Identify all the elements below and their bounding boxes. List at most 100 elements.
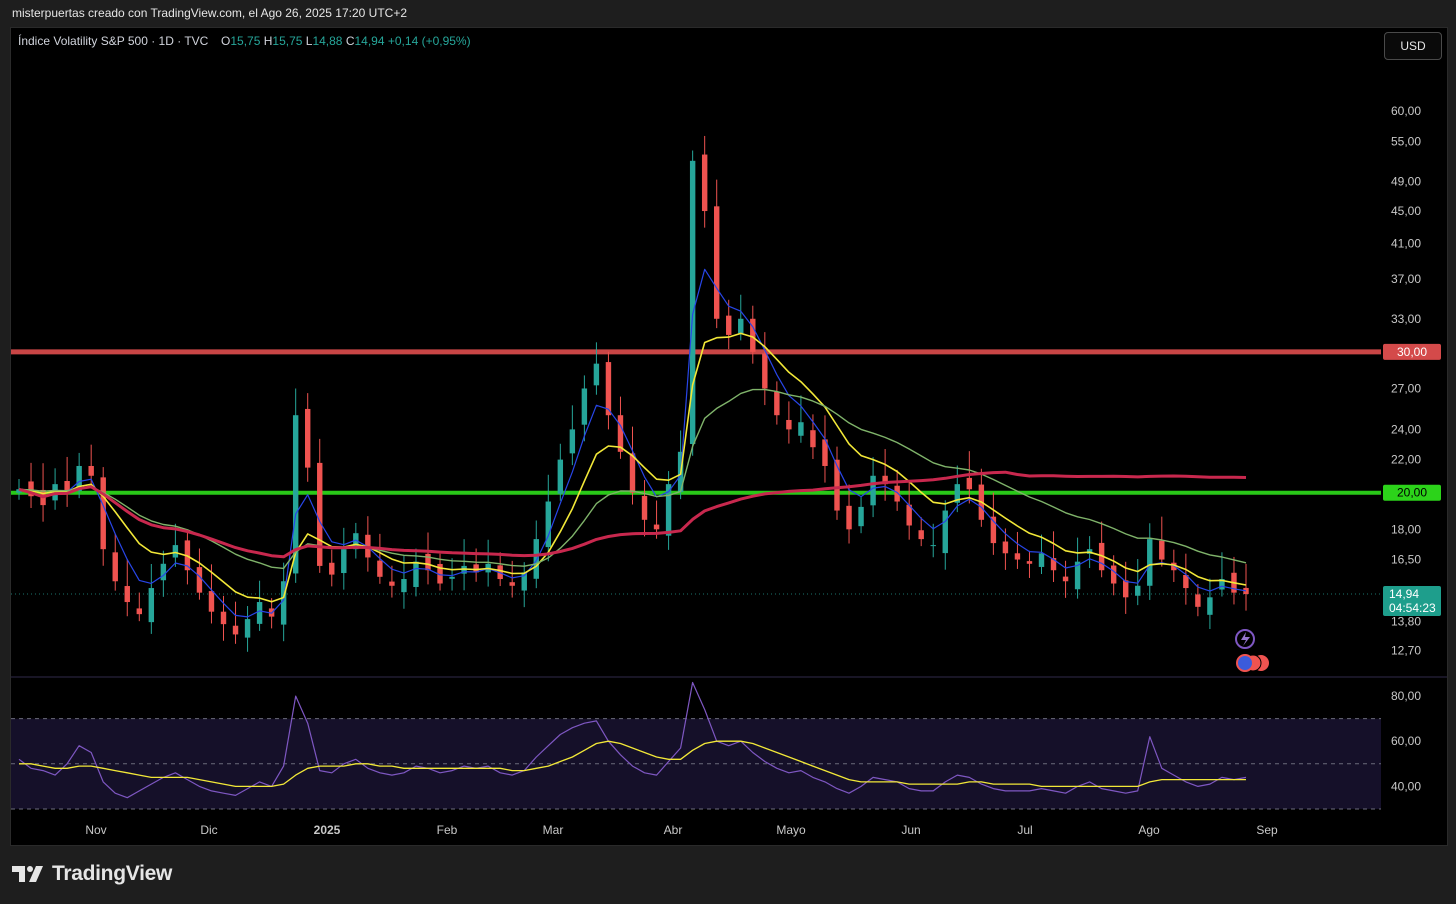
candle-body <box>256 602 263 624</box>
rsi-band <box>11 718 1381 809</box>
candle-body <box>232 625 239 635</box>
candle-body <box>1026 561 1033 564</box>
rsi-panel <box>11 681 1381 810</box>
price-tick-label: 22,00 <box>1391 453 1421 467</box>
candle-body <box>629 453 636 493</box>
candle-body <box>196 567 203 593</box>
chart-frame[interactable]: 60,00 55,00 49,00 45,00 41,00 37,00 33,00 27,00… <box>10 27 1448 846</box>
tradingview-logo[interactable]: TradingView <box>12 860 172 888</box>
candle-body <box>148 588 155 623</box>
candle-body <box>701 154 708 212</box>
rsi-tick-label: 80,00 <box>1391 689 1421 703</box>
candle-body <box>1135 585 1141 596</box>
price-tick-label: 37,00 <box>1391 272 1421 286</box>
candle-body <box>244 619 251 638</box>
candles-layer <box>16 135 1249 652</box>
candle-body <box>641 495 648 520</box>
candle-body <box>1122 580 1129 598</box>
open-label: O <box>221 34 231 48</box>
candle-body <box>329 562 335 575</box>
candle-body <box>112 552 118 582</box>
candle-body <box>1159 540 1165 560</box>
time-axis: Nov Dic 2025 Feb Mar Abr Mayo Jun Jul Ago Sep <box>85 823 1278 837</box>
candle-body <box>533 539 539 579</box>
candle-body <box>88 465 94 476</box>
candle-body <box>317 462 323 566</box>
symbol-legend[interactable]: Índice Volatility S&P 500 · 1D · TVC O15… <box>18 34 471 48</box>
price-tick-label: 18,00 <box>1391 522 1421 536</box>
candle-body <box>966 477 973 490</box>
candle-body <box>798 422 804 436</box>
price-tick-label: 49,00 <box>1391 174 1421 188</box>
time-tick-label: 2025 <box>314 823 341 837</box>
currency-button[interactable]: USD <box>1384 32 1442 60</box>
candle-body <box>1110 565 1117 584</box>
time-tick-label: Sep <box>1256 823 1278 837</box>
price-tick-label: 16,50 <box>1391 553 1421 567</box>
candle-body <box>1002 541 1009 554</box>
price-tick-label: 33,00 <box>1391 312 1421 326</box>
candle-body <box>581 388 588 425</box>
candle-body <box>930 545 936 547</box>
price-tick-label: 24,00 <box>1391 422 1421 436</box>
candle-body <box>124 586 130 603</box>
candle-body <box>136 608 143 615</box>
candle-body <box>870 475 876 506</box>
time-tick-label: Mar <box>543 823 564 837</box>
level-badge-label: 30,00 <box>1397 345 1427 359</box>
candle-body <box>942 510 948 554</box>
time-tick-label: Mayo <box>776 823 806 837</box>
rsi-tick-label: 60,00 <box>1391 734 1421 748</box>
price-tick-label: 55,00 <box>1391 134 1421 148</box>
candle-body <box>1195 594 1201 607</box>
symbol-name: Índice Volatility S&P 500 · 1D · TVC <box>18 34 209 48</box>
time-tick-label: Abr <box>664 823 683 837</box>
candle-body <box>569 429 576 454</box>
candle-body <box>653 524 660 530</box>
chart-canvas[interactable]: 60,00 55,00 49,00 45,00 41,00 37,00 33,00 27,00… <box>11 28 1447 845</box>
candle-body <box>846 505 852 530</box>
us-flag-event-icon <box>1236 654 1254 672</box>
candle-body <box>738 318 744 334</box>
candle-body <box>786 419 792 430</box>
time-tick-label: Nov <box>85 823 106 837</box>
tradingview-logo-icon <box>12 866 43 882</box>
candle-body <box>726 315 732 335</box>
candle-body <box>1207 597 1213 615</box>
horizontal-levels <box>11 349 1381 595</box>
low-value: 14,88 <box>312 34 343 48</box>
candle-body <box>509 582 515 586</box>
level-badge-label: 20,00 <box>1397 486 1427 500</box>
brand-name: TradingView <box>52 862 173 885</box>
change-value: +0,14 (+0,95%) <box>387 34 471 48</box>
candle-body <box>100 477 106 550</box>
candle-body <box>918 530 924 540</box>
lightning-event-icon-glyph <box>1241 632 1250 646</box>
time-tick-label: Ago <box>1138 823 1160 837</box>
candle-body <box>304 408 311 468</box>
candle-body <box>810 430 816 448</box>
candle-body <box>341 549 347 574</box>
candle-body <box>1147 539 1153 586</box>
countdown-label: 04:54:23 <box>1389 601 1436 615</box>
close-label: C <box>345 34 355 48</box>
candle-body <box>834 459 840 511</box>
last-price-label: 14,94 <box>1389 587 1419 601</box>
candle-body <box>1038 553 1045 567</box>
candle-body <box>557 459 564 494</box>
rsi-tick-label: 40,00 <box>1391 779 1421 793</box>
candle-body <box>449 576 455 579</box>
candle-body <box>713 206 720 319</box>
price-tick-label: 45,00 <box>1391 204 1421 218</box>
price-tick-label: 41,00 <box>1391 236 1421 250</box>
candle-body <box>605 362 612 416</box>
candle-body <box>401 579 407 593</box>
candle-body <box>220 611 227 625</box>
candle-body <box>172 545 179 558</box>
candle-body <box>377 560 383 577</box>
attribution-header: misterpuertas creado con TradingView.com… <box>12 6 408 20</box>
open-value: 15,75 <box>230 34 261 48</box>
price-tick-label: 27,00 <box>1391 381 1421 395</box>
candle-body <box>593 363 600 386</box>
price-tick-label: 12,70 <box>1391 643 1421 657</box>
